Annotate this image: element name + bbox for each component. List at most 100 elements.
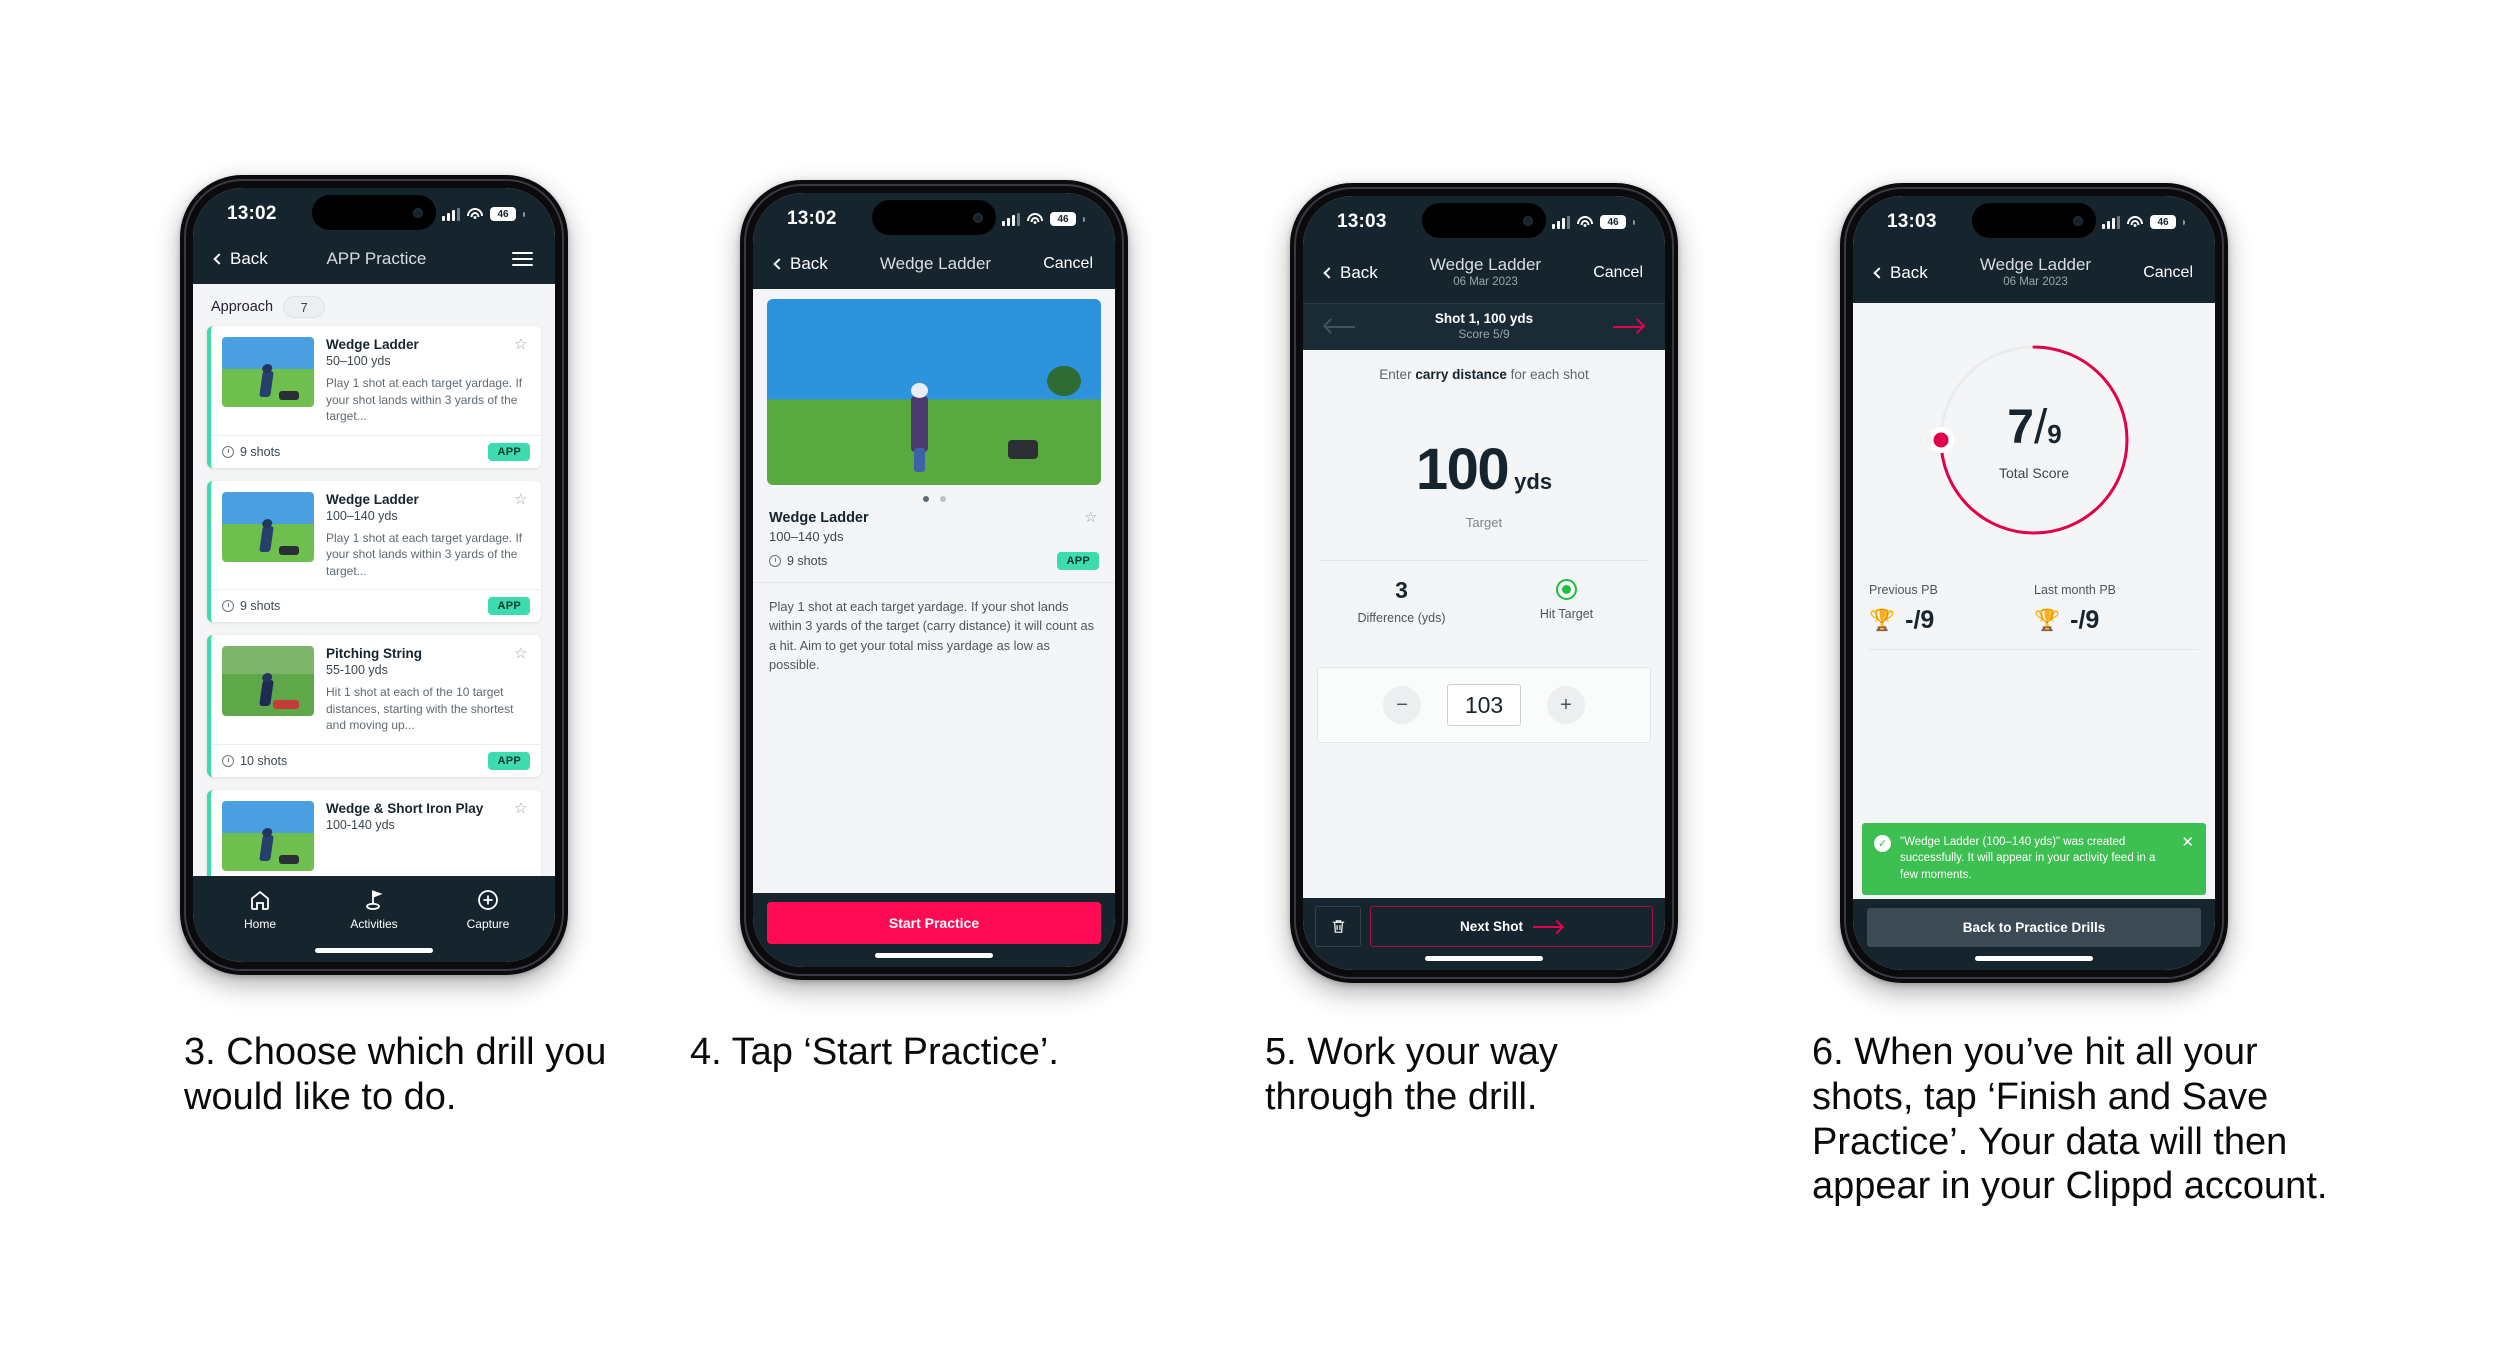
difference-metric: 3 Difference (yds) [1319,577,1484,625]
clock-icon [222,754,234,767]
drill-detail-header: Wedge Ladder 100–140 yds ☆ [753,506,1115,544]
drill-thumbnail [222,337,314,407]
total-score-label: Total Score [1998,464,2070,481]
entry-hint-bold: carry distance [1415,367,1507,383]
dynamic-island [1972,203,2096,238]
back-label: Back [1340,262,1378,282]
tab-home[interactable]: Home [204,888,317,931]
drill-tag: APP [1057,552,1099,570]
drill-description: Play 1 shot at each target yardage. If y… [326,376,523,424]
drill-card[interactable]: Wedge & Short Iron Play 100-140 yds ☆ [207,789,541,876]
stepper-decrement-button[interactable]: − [1383,686,1421,725]
score-ring-wrap: 7/9 Total Score [1853,303,2215,543]
phone-1-screen: 13:02 46 Back APP Practice Approach 7 We… [193,188,555,962]
trophy-icon: 🏆 [1869,609,1896,633]
drill-description: Play 1 shot at each target yardage. If y… [769,599,1095,673]
page-title: Wedge Ladder 06 Mar 2023 [1928,255,2143,290]
screenshot-root: 13:02 46 Back APP Practice Approach 7 We… [0,0,2503,1347]
wifi-icon [1027,212,1043,226]
previous-pb: Previous PB 🏆 -/9 [1869,583,2034,651]
drill-card-text: Pitching String 55-100 yds ☆ Hit 1 shot … [326,646,529,734]
camera-icon [2073,215,2083,226]
cancel-button[interactable]: Cancel [1593,264,1643,282]
caption-step-5: 5. Work your way through the drill. [1265,1031,1558,1118]
previous-shot-arrow-icon[interactable] [1323,318,1357,334]
golf-flag-icon [366,890,383,910]
favorite-star-icon[interactable]: ☆ [514,646,529,661]
chevron-left-icon [1323,266,1335,279]
back-button[interactable]: Back [213,249,268,269]
success-toast: ✓ "Wedge Ladder (100–140 yds)" was creat… [1862,823,2206,895]
back-button[interactable]: Back [1323,262,1378,283]
drill-tag: APP [488,597,530,616]
phone-3-screen: 13:03 46 Back Wedge Ladder 06 Mar 2023 C… [1303,196,1665,970]
home-indicator [1303,947,1665,970]
next-shot-arrow-icon[interactable] [1611,318,1645,334]
drill-shots: 9 shots [769,554,827,568]
back-button[interactable]: Back [773,254,828,274]
clock-icon [222,445,234,458]
clock-icon [222,600,234,613]
cellular-signal-icon [2102,215,2120,229]
trophy-icon: 🏆 [2034,609,2061,633]
cellular-signal-icon [1002,212,1020,226]
drill-shots: 9 shots [222,445,280,459]
last-month-pb-label: Last month PB [2034,583,2116,598]
results-body: 7/9 Total Score Previous PB 🏆 -/9 Last m… [1853,303,2215,899]
total-score-value: 7/9 [2007,400,2062,455]
drill-detail-meta: 9 shots APP [753,544,1115,583]
drill-card[interactable]: Wedge Ladder 100–140 yds ☆ Play 1 shot a… [207,480,541,623]
next-shot-button[interactable]: Next Shot [1370,906,1653,947]
back-to-practice-drills-button[interactable]: Back to Practice Drills [1867,908,2201,947]
tab-capture[interactable]: Capture [432,888,545,931]
drill-hero-image [767,299,1101,485]
favorite-star-icon[interactable]: ☆ [514,801,529,816]
drill-shots: 9 shots [222,599,280,613]
shot-metrics: 3 Difference (yds) Hit Target [1319,560,1649,625]
drill-card-footer: 9 shots APP [211,434,541,468]
drill-card-text: Wedge Ladder 50–100 yds ☆ Play 1 shot at… [326,337,529,425]
hit-target-label: Hit Target [1539,607,1594,622]
nav-bar: Back Wedge Ladder Cancel [753,245,1115,289]
phone-3-shot-entry: 13:03 46 Back Wedge Ladder 06 Mar 2023 C… [1290,183,1678,983]
back-label: Back [230,249,268,268]
nav-bar: Back Wedge Ladder 06 Mar 2023 Cancel [1853,248,2215,304]
close-icon[interactable]: ✕ [2181,835,2194,850]
carry-distance-input[interactable]: 103 [1447,684,1521,727]
status-bar: 13:03 46 [1303,196,1665,248]
stepper-increment-button[interactable]: + [1547,686,1585,725]
favorite-star-icon[interactable]: ☆ [514,337,529,352]
drill-card[interactable]: Wedge Ladder 50–100 yds ☆ Play 1 shot at… [207,326,541,468]
drill-detail-body: Wedge Ladder 100–140 yds ☆ 9 shots APP P… [753,289,1115,893]
favorite-star-icon[interactable]: ☆ [1084,510,1099,525]
drill-thumbnail [222,800,314,871]
back-button[interactable]: Back [1873,262,1928,283]
status-icons: 46 [1002,212,1085,226]
tab-activities-label: Activities [350,917,398,931]
favorite-star-icon[interactable]: ☆ [514,492,529,507]
cancel-button[interactable]: Cancel [2143,264,2193,282]
drill-tag: APP [488,442,530,461]
drill-title-row: Pitching String 55-100 yds ☆ [326,646,529,677]
status-bar: 13:03 46 [1853,196,2215,248]
results-cta-container: Back to Practice Drills [1853,899,2215,947]
tab-home-label: Home [243,917,276,931]
check-circle-icon: ✓ [1874,835,1891,853]
delete-shot-button[interactable] [1315,906,1361,947]
section-header: Approach 7 [193,284,555,326]
status-icons: 46 [1552,215,1635,229]
carousel-dots[interactable] [753,485,1115,506]
previous-pb-value: -/9 [1905,606,1935,635]
drill-card[interactable]: Pitching String 55-100 yds ☆ Hit 1 shot … [207,635,541,777]
cta-container: Start Practice [753,893,1115,944]
back-label: Back [1890,262,1928,282]
tab-activities[interactable]: Activities [318,888,431,931]
battery-nub [2183,219,2185,225]
cancel-button[interactable]: Cancel [1043,255,1093,273]
last-month-pb-value-row: 🏆 -/9 [2034,606,2199,651]
menu-button[interactable] [485,251,533,267]
previous-pb-value-row: 🏆 -/9 [1869,606,2034,651]
start-practice-button[interactable]: Start Practice [767,902,1101,944]
battery-nub [1083,216,1085,222]
phone-4-screen: 13:03 46 Back Wedge Ladder 06 Mar 2023 C… [1853,196,2215,970]
